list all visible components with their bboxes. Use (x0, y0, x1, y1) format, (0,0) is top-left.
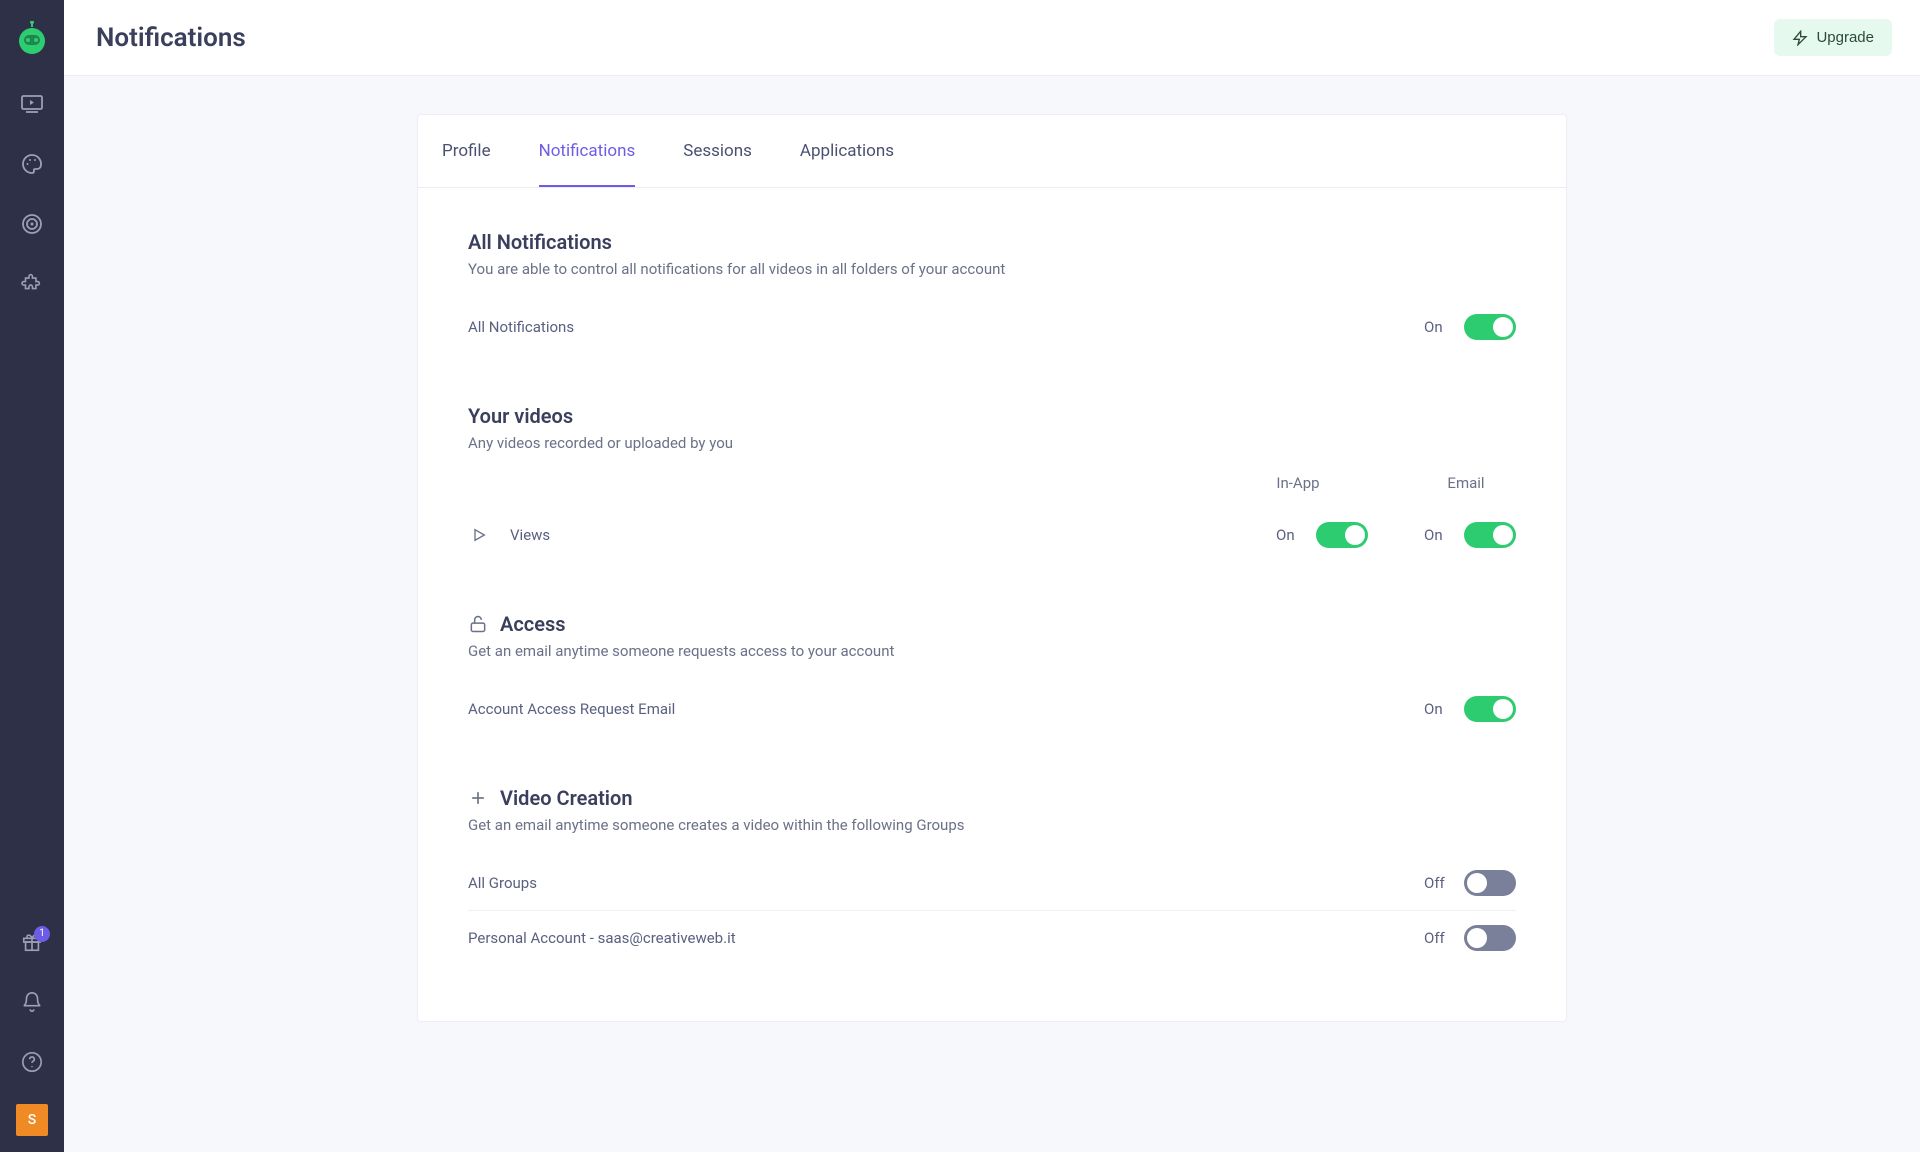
toggle-state-label: On (1424, 318, 1450, 336)
sidebar-item-notifications[interactable] (10, 980, 54, 1024)
app-logo[interactable] (14, 20, 50, 56)
row-label: All Groups (468, 874, 537, 892)
help-icon (21, 1051, 43, 1073)
tab-notifications[interactable]: Notifications (539, 115, 636, 187)
target-icon (20, 212, 44, 236)
unlock-icon (468, 614, 488, 634)
section-all-notifications: All Notifications You are able to contro… (468, 230, 1516, 354)
toggle-state-label: On (1276, 526, 1302, 544)
sidebar: 1 S (0, 0, 64, 1152)
col-header-email: Email (1436, 474, 1496, 492)
topbar: Notifications Upgrade (64, 0, 1920, 76)
section-your-videos: Your videos Any videos recorded or uploa… (468, 404, 1516, 562)
settings-card: Profile Notifications Sessions Applicati… (417, 114, 1567, 1022)
plus-icon (468, 788, 488, 808)
row-label: Views (510, 526, 550, 544)
toggle-state-label: Off (1424, 929, 1450, 947)
toggle-access-request[interactable] (1464, 696, 1516, 722)
avatar[interactable]: S (16, 1104, 48, 1136)
section-title: Your videos (468, 404, 573, 428)
play-icon (468, 527, 490, 543)
bell-icon (21, 991, 43, 1013)
row-all-notifications: All Notifications On (468, 300, 1516, 354)
row-all-groups: All Groups Off (468, 856, 1516, 910)
section-desc: Any videos recorded or uploaded by you (468, 434, 1516, 452)
col-header-inapp: In-App (1268, 474, 1328, 492)
lightning-icon (1792, 30, 1808, 46)
row-personal-account: Personal Account - saas@creativeweb.it O… (468, 910, 1516, 965)
section-title: Access (500, 612, 566, 636)
page-title: Notifications (96, 23, 246, 53)
section-video-creation: Video Creation Get an email anytime some… (468, 786, 1516, 965)
gift-badge: 1 (34, 926, 50, 942)
row-label: Personal Account - saas@creativeweb.it (468, 929, 736, 947)
tab-profile[interactable]: Profile (442, 115, 491, 187)
toggle-all-groups[interactable] (1464, 870, 1516, 896)
sidebar-item-videos[interactable] (10, 82, 54, 126)
puzzle-icon (20, 272, 44, 296)
column-headers: In-App Email (468, 474, 1516, 492)
main: Profile Notifications Sessions Applicati… (64, 76, 1920, 1152)
toggle-views-inapp[interactable] (1316, 522, 1368, 548)
robot-logo-icon (15, 21, 49, 55)
upgrade-label: Upgrade (1816, 29, 1874, 46)
section-title: Video Creation (500, 786, 633, 810)
row-access-request: Account Access Request Email On (468, 682, 1516, 736)
upgrade-button[interactable]: Upgrade (1774, 19, 1892, 56)
row-label: All Notifications (468, 318, 574, 336)
sidebar-item-integrations[interactable] (10, 262, 54, 306)
row-label: Account Access Request Email (468, 700, 675, 718)
sidebar-item-help[interactable] (10, 1040, 54, 1084)
toggle-views-email[interactable] (1464, 522, 1516, 548)
section-desc: Get an email anytime someone creates a v… (468, 816, 1516, 834)
row-views: Views On On (468, 508, 1516, 562)
section-desc: Get an email anytime someone requests ac… (468, 642, 1516, 660)
tab-sessions[interactable]: Sessions (683, 115, 752, 187)
section-access: Access Get an email anytime someone requ… (468, 612, 1516, 736)
section-title: All Notifications (468, 230, 612, 254)
toggle-state-label: On (1424, 526, 1450, 544)
sidebar-item-design[interactable] (10, 142, 54, 186)
palette-icon (20, 152, 44, 176)
toggle-state-label: On (1424, 700, 1450, 718)
monitor-play-icon (20, 92, 44, 116)
tabs: Profile Notifications Sessions Applicati… (418, 115, 1566, 188)
tab-applications[interactable]: Applications (800, 115, 894, 187)
sidebar-item-goals[interactable] (10, 202, 54, 246)
toggle-state-label: Off (1424, 874, 1450, 892)
toggle-personal-account[interactable] (1464, 925, 1516, 951)
toggle-all-notifications[interactable] (1464, 314, 1516, 340)
section-desc: You are able to control all notification… (468, 260, 1516, 278)
sidebar-item-gifts[interactable]: 1 (10, 920, 54, 964)
